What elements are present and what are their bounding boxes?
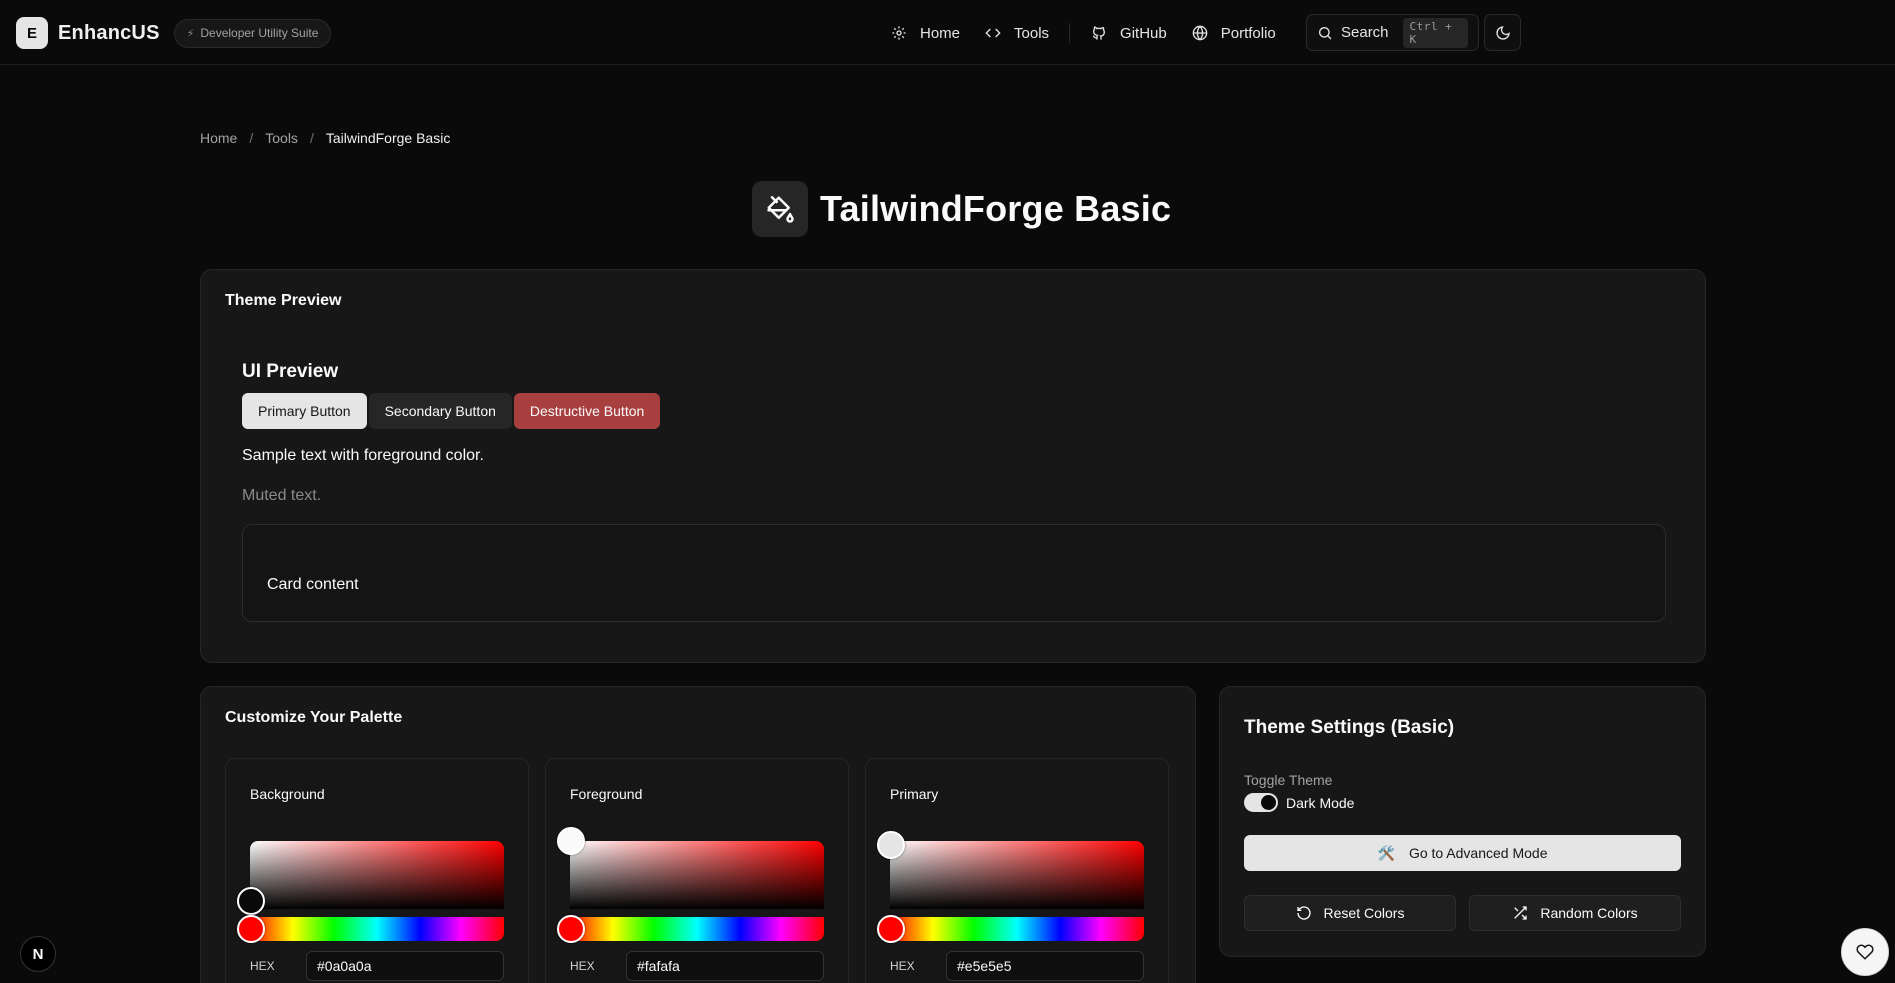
theme-settings-title: Theme Settings (Basic) bbox=[1244, 717, 1455, 738]
favorite-button[interactable] bbox=[1841, 928, 1889, 976]
dark-mode-label: Dark Mode bbox=[1286, 794, 1355, 811]
hue-slider[interactable] bbox=[250, 917, 504, 941]
reset-icon bbox=[1296, 905, 1312, 921]
reset-colors-label: Reset Colors bbox=[1323, 905, 1405, 921]
shuffle-icon bbox=[1512, 905, 1528, 921]
hue-slider[interactable] bbox=[890, 917, 1144, 941]
theme-preview-card: Theme Preview UI Preview Primary Button … bbox=[200, 269, 1706, 663]
random-colors-button[interactable]: Random Colors bbox=[1469, 895, 1681, 931]
search-label: Search bbox=[1341, 24, 1389, 41]
preview-inner-card: Card content bbox=[242, 524, 1666, 622]
nav-portfolio-label: Portfolio bbox=[1220, 24, 1276, 42]
brand-logo[interactable]: E bbox=[16, 17, 48, 49]
search-button[interactable]: Search Ctrl + K bbox=[1306, 14, 1479, 51]
nextjs-badge[interactable]: N bbox=[20, 936, 56, 972]
gear-icon bbox=[890, 24, 908, 42]
hex-input-foreground[interactable] bbox=[626, 951, 824, 981]
search-shortcut: Ctrl + K bbox=[1402, 17, 1468, 48]
primary-button[interactable]: Primary Button bbox=[242, 393, 367, 429]
saturation-area[interactable] bbox=[570, 841, 824, 909]
toggle-theme-label: Toggle Theme bbox=[1244, 772, 1333, 788]
ui-preview-title: UI Preview bbox=[242, 361, 339, 382]
hex-row: HEX bbox=[890, 951, 1144, 981]
hex-label: HEX bbox=[250, 959, 275, 973]
hue-handle[interactable] bbox=[877, 915, 905, 943]
hue-handle[interactable] bbox=[557, 915, 585, 943]
hex-label: HEX bbox=[890, 959, 915, 973]
secondary-button[interactable]: Secondary Button bbox=[368, 393, 512, 429]
muted-text: Muted text. bbox=[242, 487, 322, 504]
saturation-handle[interactable] bbox=[557, 827, 585, 855]
card-content-text: Card content bbox=[267, 576, 359, 593]
dark-mode-toggle-row[interactable]: Dark Mode bbox=[1244, 793, 1354, 812]
brand[interactable]: E EnhancUS ⚡ Developer Utility Suite bbox=[16, 17, 332, 49]
theme-settings-card: Theme Settings (Basic) Toggle Theme Dark… bbox=[1219, 686, 1706, 957]
color-picker-foreground: Foreground HEX bbox=[545, 758, 849, 983]
top-header: E EnhancUS ⚡ Developer Utility Suite Hom… bbox=[0, 0, 1895, 65]
breadcrumb-home[interactable]: Home bbox=[200, 130, 237, 146]
reset-colors-button[interactable]: Reset Colors bbox=[1244, 895, 1456, 931]
main-nav: Home Tools GitHub Portfolio bbox=[890, 18, 1300, 48]
nav-github-label: GitHub bbox=[1120, 24, 1167, 42]
breadcrumb-tools[interactable]: Tools bbox=[265, 130, 298, 146]
page-title: TailwindForge Basic bbox=[820, 188, 1172, 229]
color-label: Foreground bbox=[570, 786, 643, 802]
customize-palette-title: Customize Your Palette bbox=[225, 709, 403, 726]
theme-toggle-button[interactable] bbox=[1484, 14, 1521, 51]
breadcrumb-current: TailwindForge Basic bbox=[325, 130, 451, 146]
nav-tools[interactable]: Tools bbox=[984, 24, 1049, 42]
suite-badge: ⚡ Developer Utility Suite bbox=[173, 18, 332, 48]
bolt-icon: ⚡ bbox=[186, 27, 195, 40]
paint-bucket-icon bbox=[752, 181, 808, 237]
breadcrumb-separator: / bbox=[309, 130, 314, 146]
heart-icon bbox=[1856, 943, 1874, 961]
globe-icon bbox=[1191, 24, 1209, 42]
saturation-area[interactable] bbox=[250, 841, 504, 909]
random-colors-label: Random Colors bbox=[1540, 905, 1638, 921]
color-label: Primary bbox=[890, 786, 939, 802]
destructive-button[interactable]: Destructive Button bbox=[513, 393, 661, 429]
saturation-handle[interactable] bbox=[877, 831, 905, 859]
saturation-area[interactable] bbox=[890, 841, 1144, 909]
page-heading: TailwindForge Basic bbox=[752, 181, 1171, 237]
hex-label: HEX bbox=[570, 959, 595, 973]
hex-input-background[interactable] bbox=[306, 951, 504, 981]
nav-github[interactable]: GitHub bbox=[1090, 24, 1167, 42]
advanced-mode-label: Go to Advanced Mode bbox=[1408, 845, 1548, 861]
github-icon bbox=[1090, 24, 1108, 42]
code-icon bbox=[984, 24, 1002, 42]
hex-input-primary[interactable] bbox=[946, 951, 1144, 981]
hex-row: HEX bbox=[250, 951, 504, 981]
preview-button-row: Primary Button Secondary Button Destruct… bbox=[242, 393, 662, 429]
breadcrumb-separator: / bbox=[249, 130, 254, 146]
hue-slider[interactable] bbox=[570, 917, 824, 941]
sample-text: Sample text with foreground color. bbox=[242, 447, 484, 464]
moon-icon bbox=[1495, 25, 1511, 41]
brand-name[interactable]: EnhancUS bbox=[58, 22, 160, 45]
saturation-handle[interactable] bbox=[237, 887, 265, 915]
hex-row: HEX bbox=[570, 951, 824, 981]
theme-preview-title: Theme Preview bbox=[225, 292, 342, 309]
breadcrumb: Home / Tools / TailwindForge Basic bbox=[200, 130, 450, 146]
color-picker-primary: Primary HEX bbox=[865, 758, 1169, 983]
tools-icon: 🛠️ bbox=[1377, 844, 1395, 861]
nav-divider bbox=[1069, 23, 1071, 43]
dark-mode-switch[interactable] bbox=[1244, 793, 1278, 812]
advanced-mode-button[interactable]: 🛠️ Go to Advanced Mode bbox=[1244, 835, 1681, 871]
suite-badge-label: Developer Utility Suite bbox=[200, 26, 319, 40]
nav-portfolio[interactable]: Portfolio bbox=[1191, 24, 1276, 42]
nav-home-label: Home bbox=[920, 24, 961, 42]
color-label: Background bbox=[250, 786, 325, 802]
customize-palette-card: Customize Your Palette Background HEX Fo… bbox=[200, 686, 1196, 983]
color-picker-background: Background HEX bbox=[225, 758, 529, 983]
hue-handle[interactable] bbox=[237, 915, 265, 943]
search-icon bbox=[1317, 25, 1333, 41]
nav-tools-label: Tools bbox=[1014, 24, 1050, 42]
nav-home[interactable]: Home bbox=[890, 24, 960, 42]
